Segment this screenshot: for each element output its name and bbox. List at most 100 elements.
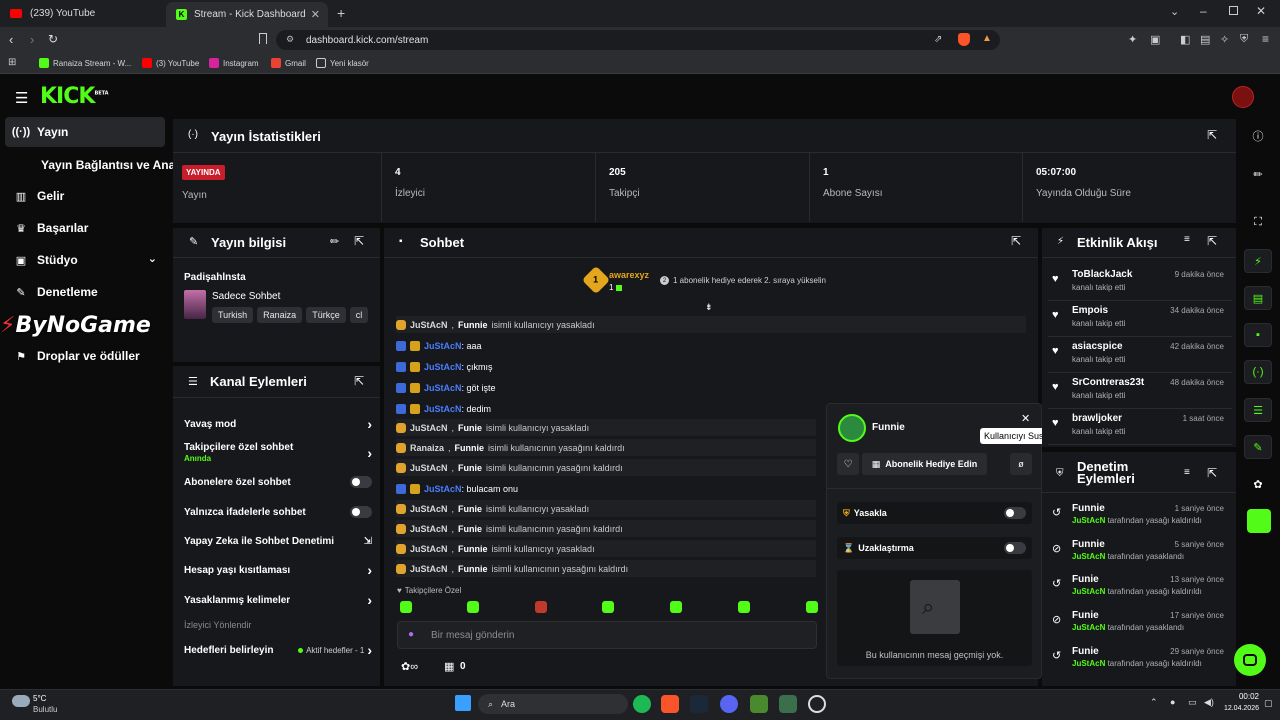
emotes-only-toggle[interactable]	[350, 506, 372, 518]
bookmark-folder[interactable]: Yeni klasör	[316, 57, 369, 69]
popout-icon[interactable]: ⇱	[354, 374, 364, 388]
chat-username[interactable]: JuStAcN	[410, 544, 448, 554]
spotify-icon[interactable]	[633, 695, 651, 713]
slow-mode-row[interactable]: Yavaş mod ›	[184, 412, 372, 436]
chat-username[interactable]: JuStAcN	[410, 564, 448, 574]
chat-target-user[interactable]: Funie	[458, 524, 482, 534]
edit-icon[interactable]: ✏	[1244, 162, 1272, 186]
ban-toggle[interactable]	[1004, 507, 1026, 519]
tag[interactable]: cl	[349, 307, 369, 323]
taskbar-search[interactable]: ⌕ Ara	[478, 694, 628, 714]
chat-username[interactable]: JuStAcN	[424, 341, 462, 351]
moderator-name[interactable]: JuStAcN	[1072, 587, 1105, 596]
filter-icon[interactable]: ≡	[1184, 234, 1190, 245]
chat-username[interactable]: JuStAcN	[424, 404, 462, 414]
moderated-username[interactable]: Funie	[1072, 610, 1099, 621]
emote-icon[interactable]	[535, 601, 547, 613]
followers-only-row[interactable]: Takipçilere özel sohbet Anında ›	[184, 441, 372, 465]
chat-username[interactable]: JuStAcN	[410, 423, 448, 433]
ai-moderation-row[interactable]: Yapay Zeka ile Sohbet Denetimi ⇲	[184, 529, 372, 553]
chat-target-user[interactable]: Funnie	[458, 564, 488, 574]
chat-target-user[interactable]: Funnie	[455, 443, 485, 453]
info-icon[interactable]: ⓘ	[1244, 124, 1272, 148]
chat-target-user[interactable]: Funnie	[458, 320, 488, 330]
emotes-only-row[interactable]: Yalnızca ifadelerle sohbet	[184, 500, 372, 524]
fullscreen-icon[interactable]: ⛶	[1244, 210, 1272, 234]
brave-shields-icon[interactable]	[958, 33, 970, 46]
banned-words-row[interactable]: Yasaklanmış kelimeler ›	[184, 588, 372, 612]
new-tab-icon[interactable]: +	[337, 5, 345, 21]
bookmark-ranaiza[interactable]: Ranaiza Stream - W...	[39, 57, 131, 69]
quick-action-lightning-icon[interactable]: ⚡	[1244, 249, 1272, 273]
gift-sub-button[interactable]: ▦ Abonelik Hediye Edin	[862, 453, 987, 475]
quick-action-extensions-icon[interactable]: ✿	[1244, 472, 1272, 496]
chat-username[interactable]: JuStAcN	[424, 383, 462, 393]
steam-icon[interactable]	[690, 695, 708, 713]
moderated-username[interactable]: Funnie	[1072, 503, 1105, 514]
forward-icon[interactable]: ›	[30, 32, 34, 47]
quick-action-broadcast-icon[interactable]: (·)	[1244, 360, 1272, 384]
microphone-icon[interactable]: ●	[1170, 697, 1175, 707]
mute-user-button[interactable]: ø	[1010, 453, 1032, 475]
maximize-icon[interactable]	[1229, 6, 1238, 15]
apps-grid-icon[interactable]: ⊞	[8, 57, 16, 68]
pinned-collapse-icon[interactable]: ⇟	[705, 302, 713, 313]
chat-username[interactable]: JuStAcN	[410, 463, 448, 473]
moderator-name[interactable]: JuStAcN	[1072, 623, 1105, 632]
reload-icon[interactable]: ↻	[48, 32, 58, 46]
kick-logo[interactable]: KICKBETA	[40, 84, 109, 109]
subscribers-only-row[interactable]: Abonelere özel sohbet	[184, 470, 372, 494]
obs-icon[interactable]	[808, 695, 826, 713]
brave-icon[interactable]	[661, 695, 679, 713]
sidebar-item-denetleme[interactable]: ✎ Denetleme	[5, 277, 165, 307]
hamburger-menu-icon[interactable]: ☰	[15, 89, 28, 107]
sidebar-item-yayin[interactable]: ((·)) Yayın	[5, 117, 165, 147]
emote-icon[interactable]	[602, 601, 614, 613]
close-window-icon[interactable]: ✕	[1256, 4, 1266, 18]
emote-icon[interactable]	[806, 601, 818, 613]
event-username[interactable]: Empois	[1072, 305, 1108, 316]
emote-icon[interactable]	[738, 601, 750, 613]
tab-kick-dashboard[interactable]: K Stream - Kick Dashboard ✕	[166, 2, 328, 27]
ban-row[interactable]: ⛨ Yasakla	[837, 502, 1032, 524]
popout-icon[interactable]: ⇱	[1207, 466, 1217, 480]
address-bar[interactable]: ⚙ dashboard.kick.com/stream	[276, 30, 1000, 50]
share-icon[interactable]: ⇗	[934, 34, 942, 45]
bookmark-gmail[interactable]: Gmail	[271, 57, 306, 69]
emote-icon[interactable]	[400, 601, 412, 613]
user-card-name[interactable]: Funnie	[872, 422, 905, 433]
sidebar-item-gelir[interactable]: ▥ Gelir	[5, 181, 165, 211]
emote-icon[interactable]	[467, 601, 479, 613]
popout-icon[interactable]: ⇱	[1207, 128, 1217, 142]
app-icon[interactable]	[779, 695, 797, 713]
minecraft-icon[interactable]	[750, 695, 768, 713]
windows-start-icon[interactable]	[455, 695, 471, 711]
chat-username[interactable]: JuStAcN	[424, 484, 462, 494]
vpn-icon[interactable]: ⛨	[1240, 33, 1248, 46]
quick-action-chat-icon[interactable]: ▪	[1244, 323, 1272, 347]
moderator-name[interactable]: JuStAcN	[1072, 552, 1105, 561]
brave-rewards-icon[interactable]: ▲	[982, 33, 992, 44]
sidebar-item-droplar[interactable]: ⚑ Droplar ve ödüller	[5, 341, 165, 371]
store-icon[interactable]: ▦	[444, 660, 454, 673]
popout-icon[interactable]: ⇱	[1011, 234, 1021, 248]
follow-heart-button[interactable]: ♡	[837, 453, 859, 475]
moderated-username[interactable]: Funie	[1072, 646, 1099, 657]
chat-username[interactable]: JuStAcN	[410, 524, 448, 534]
subscribers-only-toggle[interactable]	[350, 476, 372, 488]
microphone-icon[interactable]: ●	[408, 629, 414, 640]
event-username[interactable]: ToBlackJack	[1072, 269, 1132, 280]
discord-icon[interactable]	[720, 695, 738, 713]
moderator-name[interactable]: JuStAcN	[1072, 659, 1105, 668]
add-quick-action-button[interactable]	[1247, 509, 1271, 533]
goals-row[interactable]: Hedefleri belirleyin Aktif hedefler - 1 ›	[184, 638, 372, 662]
chat-target-user[interactable]: Funnie	[458, 544, 488, 554]
bookmark-instagram[interactable]: Instagram	[209, 57, 259, 69]
tag[interactable]: Ranaiza	[257, 307, 303, 323]
timeout-row[interactable]: ⌛ Uzaklaştırma	[837, 537, 1032, 559]
menu-icon[interactable]: ≡	[1262, 32, 1269, 46]
display-icon[interactable]: ▭	[1188, 697, 1197, 708]
popout-icon[interactable]: ⇱	[354, 234, 364, 248]
event-username[interactable]: brawljoker	[1072, 413, 1122, 424]
back-icon[interactable]: ‹	[9, 32, 13, 47]
